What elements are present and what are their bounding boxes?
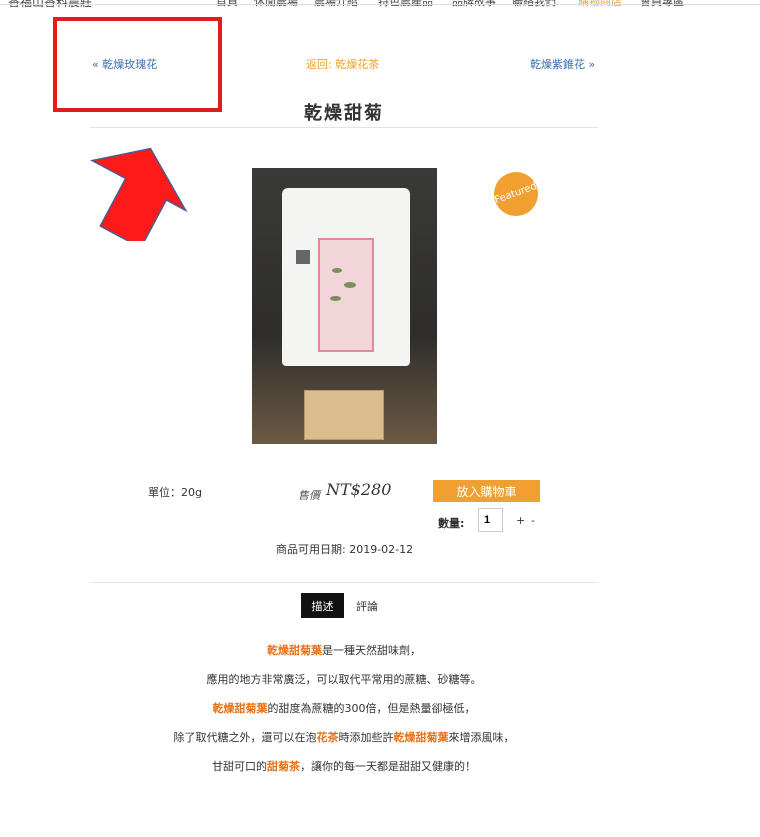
quantity-minus-button[interactable]: - (531, 514, 535, 527)
description-line-2: 應用的地方非常廣泛，可以取代平常用的蔗糖、砂糖等。 (206, 673, 482, 686)
description-text: ，讓你的每一天都是甜甜又健康的！ (300, 760, 476, 773)
quantity-label: 數量: (438, 517, 465, 530)
product-image[interactable] (252, 168, 437, 444)
tea-bag-illustration (282, 188, 410, 366)
quantity-input[interactable] (478, 508, 503, 532)
description-text: 的甜度為蔗糖的300倍，但是熱量卻極低， (267, 702, 476, 715)
title-divider (90, 127, 598, 128)
featured-badge: Featured (487, 165, 545, 223)
tabs-divider (90, 582, 598, 583)
keyword-stevia-tea: 甜菊茶 (267, 760, 300, 773)
product-title: 乾燥甜菊 (304, 103, 384, 124)
description-line-4: 除了取代糖之外，還可以在泡花茶時添加些許乾燥甜菊葉來增添風味， (90, 729, 598, 745)
description-line-5: 甘甜可口的甜菊茶，讓你的每一天都是甜甜又健康的！ (90, 758, 598, 774)
bag-label (318, 238, 374, 352)
description-line-3: 乾燥甜菊葉的甜度為蔗糖的300倍，但是熱量卻極低， (90, 700, 598, 716)
price-value: NT$280 (326, 480, 392, 499)
unit-text: 單位：20g (148, 486, 202, 499)
tab-description[interactable]: 描述 (301, 593, 344, 618)
quantity-plus-button[interactable]: + (516, 514, 525, 527)
back-to-category-link[interactable]: 返回: 乾燥花茶 (306, 56, 379, 72)
description-line-1: 乾燥甜菊葉是一種天然甜味劑， (90, 642, 598, 658)
annotation-highlight-box (53, 17, 222, 112)
qr-code-icon (296, 250, 310, 264)
site-name[interactable]: 香福山香料農莊 (8, 0, 92, 10)
description-text: 甘甜可口的 (212, 760, 267, 773)
wooden-stand (304, 390, 384, 440)
red-up-arrow-icon (89, 147, 188, 241)
tab-reviews[interactable]: 評論 (356, 598, 378, 614)
add-to-cart-button[interactable]: 放入購物車 (433, 480, 540, 502)
description-text: 時添加些許 (338, 731, 394, 744)
description-text: 是一種天然甜味劑， (322, 644, 421, 657)
keyword-stevia-leaf: 乾燥甜菊葉 (267, 644, 322, 657)
keyword-stevia-leaf: 乾燥甜菊葉 (212, 702, 268, 715)
keyword-stevia-leaf: 乾燥甜菊葉 (393, 731, 449, 744)
price-label: 售價 (298, 489, 320, 502)
description-text: 除了取代糖之外，還可以在泡 (173, 731, 317, 744)
next-product-link[interactable]: 乾燥紫錐花 » (530, 56, 595, 72)
keyword-flower-tea: 花茶 (316, 731, 339, 744)
header-divider (0, 4, 760, 5)
top-nav-bar: 香福山香料農莊 首頁 休閒農場 農場介紹 特色農產品 品牌故事 聯絡我們 購物商… (0, 0, 760, 12)
description-text: 來增添風味， (448, 731, 515, 744)
availability-date: 商品可用日期: 2019-02-12 (276, 543, 414, 556)
